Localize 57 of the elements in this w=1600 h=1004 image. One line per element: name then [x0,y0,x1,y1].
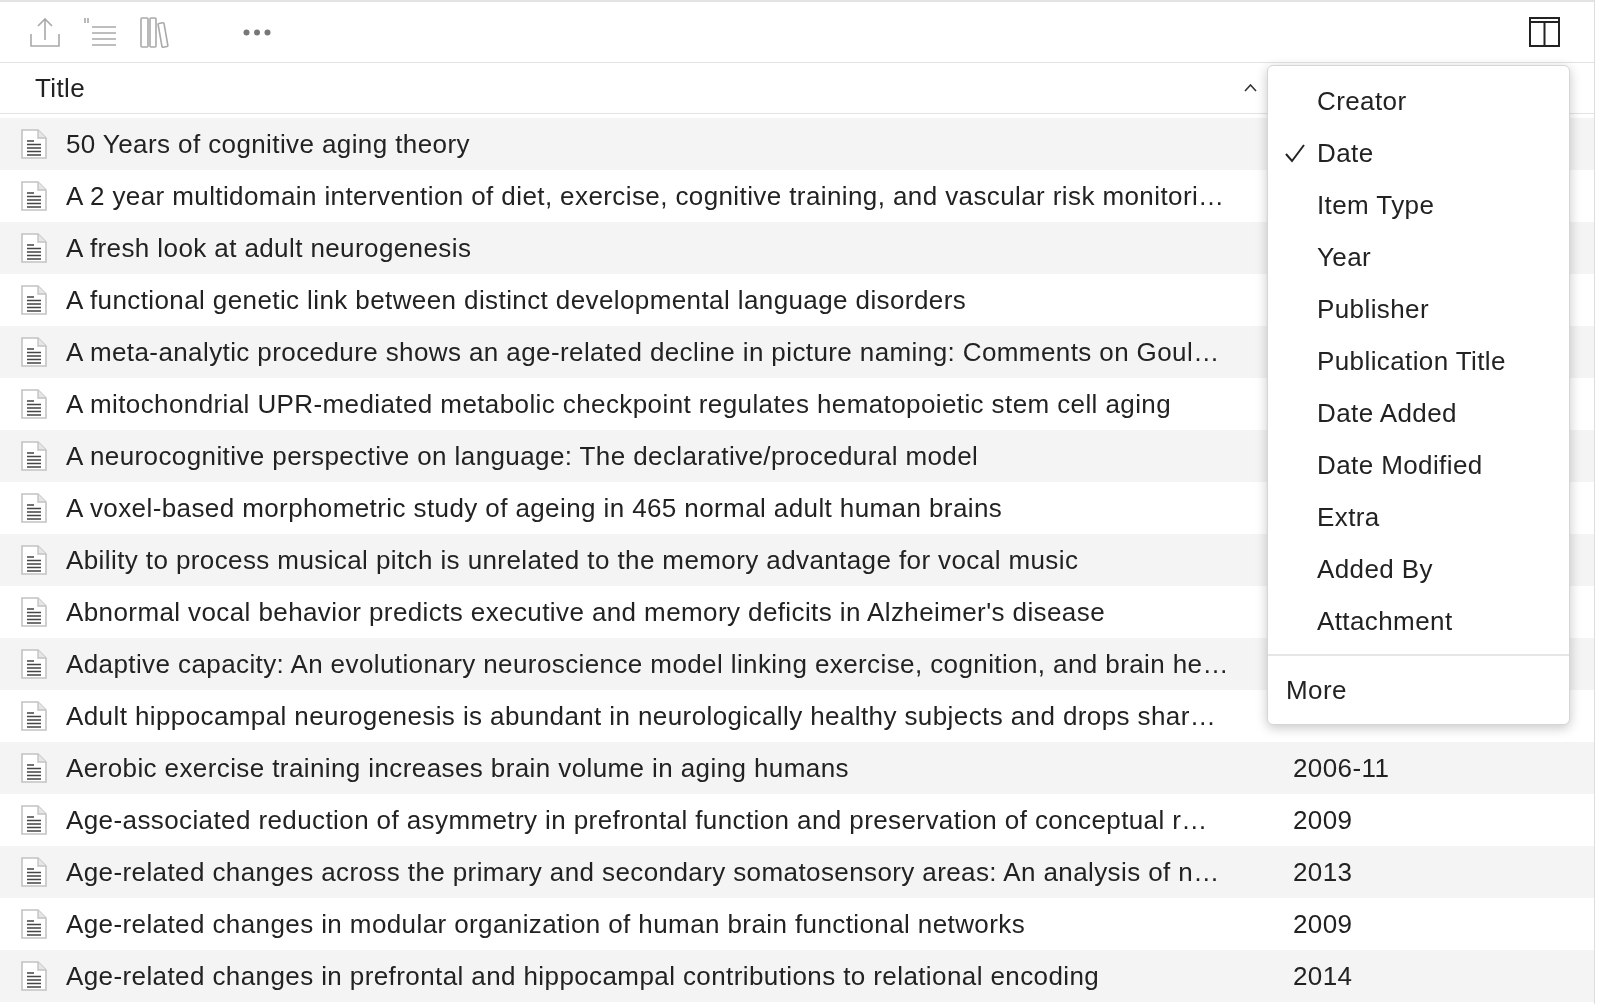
table-cell: 50 Years of cognitive aging theory [66,131,470,157]
document-icon [21,857,47,887]
document-icon [21,337,47,367]
document-icon [21,597,47,627]
table-icon[interactable] [1529,17,1560,47]
table-cell: A functional genetic link between distinct developmental language disorders [66,287,967,313]
table-cell: 2006-11 [1293,755,1390,781]
table-cell: 2014 [1293,963,1353,989]
menu-item[interactable]: Extra [1268,491,1569,543]
table-cell: Adult hippocampal neurogenesis is abundant in neurologically healthy subjects and drops shar… [66,703,1217,729]
document-icon [21,545,47,575]
sort-caret-icon[interactable] [1244,84,1257,92]
table-cell: Age-related changes in prefrontal and hippocampal contributions to relational encoding [66,963,1100,989]
table-cell: Abnormal vocal behavior predicts executive and memory deficits in Alzheimer's disease [66,599,1105,625]
document-icon [21,701,47,731]
document-icon [21,649,47,679]
books-icon[interactable] [140,16,172,48]
table-cell: Age-related changes in modular organization of human brain functional networks [66,911,1026,937]
document-icon [21,285,47,315]
menu-item[interactable]: More [1268,664,1569,716]
table-cell: 2009 [1293,807,1353,833]
document-icon [21,909,47,939]
document-icon [21,493,47,523]
menu-item[interactable]: Added By [1268,543,1569,595]
menu-item[interactable]: Publication Title [1268,335,1569,387]
document-icon [21,753,47,783]
table-cell: 2009 [1293,911,1353,937]
document-icon [21,233,47,263]
menu-item[interactable]: Attachment [1268,595,1569,647]
menu-item[interactable]: Creator [1268,75,1569,127]
checkmark-icon [1285,143,1305,163]
table-cell: A voxel-based morphometric study of ageing in 465 normal adult human brains [66,495,1003,521]
table-cell: A mitochondrial UPR-mediated metabolic checkpoint regulates hematopoietic stem cell aging [66,391,1172,417]
table-cell: Aerobic exercise training increases brain volume in aging humans [66,755,849,781]
table-cell: 2013 [1293,859,1353,885]
table-cell: A 2 year multidomain intervention of diet, exercise, cognitive training, and vascular risk monitori… [66,183,1225,209]
more-icon[interactable] [243,28,271,36]
table-cell: Ability to process musical pitch is unrelated to the memory advantage for vocal music [66,547,1079,573]
document-icon [21,181,47,211]
document-icon [21,389,47,419]
document-icon [21,805,47,835]
table-cell: Adaptive capacity: An evolutionary neuroscience model linking exercise, cognition, and brain he… [66,651,1229,677]
document-icon [21,961,47,991]
menu-item[interactable]: Item Type [1268,179,1569,231]
menu-item[interactable]: Date Added [1268,387,1569,439]
menu-item[interactable]: Year [1268,231,1569,283]
table-cell: Age-related changes across the primary and secondary somatosensory areas: An analysis of n… [66,859,1220,885]
table-cell: Age-associated reduction of asymmetry in prefrontal function and preservation of conceptual r… [66,807,1208,833]
table-cell: A fresh look at adult neurogenesis [66,235,472,261]
table-cell: A meta-analytic procedure shows an age-related decline in picture naming: Comments on Goul… [66,339,1220,365]
document-icon [21,441,47,471]
menu-item[interactable]: Date Modified [1268,439,1569,491]
table-cell: A neurocognitive perspective on language: The declarative/procedural model [66,443,979,469]
document-icon [21,129,47,159]
menu-item[interactable]: Publisher [1268,283,1569,335]
column-header[interactable]: Title [0,75,86,101]
menu-item[interactable]: Date [1268,127,1569,179]
